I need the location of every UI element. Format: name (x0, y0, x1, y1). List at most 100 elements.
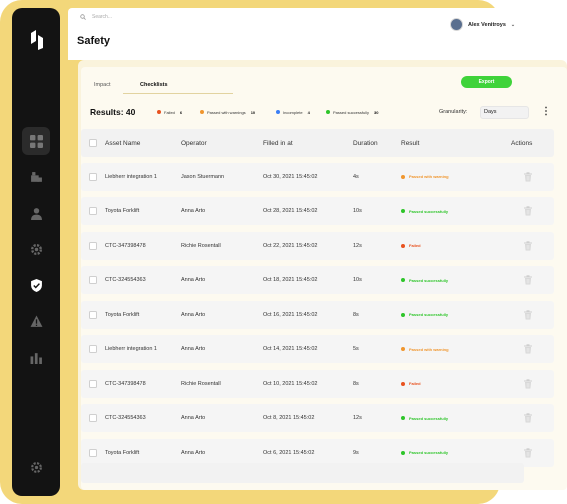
duration-cell: 5s (353, 346, 359, 352)
trash-column-decor (500, 62, 567, 462)
header-asset[interactable]: Asset Name (105, 129, 140, 157)
filled-in-cell: Oct 10, 2021 15:45:02 (263, 380, 318, 387)
row-checkbox[interactable] (89, 241, 97, 250)
legend-dot (326, 110, 330, 114)
table-row[interactable]: Liebherr integration 1 Jason Stuermann Oct… (81, 162, 554, 191)
asset-name-cell: Liebherr integration 1 (105, 346, 157, 352)
analytics-icon (30, 352, 42, 364)
asset-name-cell: Toyota Forklift (105, 311, 140, 318)
filled-in-cell: Oct 14, 2021 15:45:02 (263, 346, 318, 352)
nav-users[interactable] (22, 199, 50, 227)
tab-divider (123, 93, 233, 94)
result-cell: Passed successfully (401, 301, 448, 329)
legend-dot (276, 110, 280, 114)
header-filled-in[interactable]: Filled in at (263, 129, 293, 157)
row-select-cell (89, 163, 97, 191)
warning-icon (30, 315, 42, 327)
nav-safety[interactable] (22, 271, 50, 299)
row-select-cell (89, 232, 97, 260)
asset-name-cell: CTC-347398478 (105, 380, 146, 387)
nav-settings[interactable] (22, 235, 50, 263)
tab-impact[interactable]: Impact (94, 82, 111, 88)
legend-label: Failed (164, 109, 175, 115)
nav-settings-bottom[interactable] (22, 453, 50, 481)
legend-count: 4 (307, 109, 310, 115)
table-row[interactable]: CTC-347398478 Richie Rosentall Oct 22, 202… (81, 231, 554, 260)
row-checkbox[interactable] (89, 345, 97, 353)
duration-cell: 12s (353, 242, 362, 249)
result-cell: Failed (401, 370, 421, 398)
status-label: Failed (409, 381, 421, 386)
content-card-inner: Impact Checklists Export Results: 40 Fai… (81, 67, 567, 490)
nav-dashboard[interactable] (22, 127, 50, 155)
header-duration[interactable]: Duration (353, 129, 378, 157)
safety-shield-icon (30, 278, 42, 292)
result-status: Passed with warning (401, 174, 449, 179)
status-label: Passed successfully (409, 415, 449, 421)
results-bar: Results: 40 Failed 6 Passed with warning… (81, 101, 567, 123)
row-select-cell (89, 404, 97, 432)
result-status: Passed successfully (401, 278, 448, 283)
row-checkbox[interactable] (89, 310, 97, 319)
user-menu[interactable]: Alex Venitroys ⌄ (450, 18, 515, 31)
duration-cell: 10s (353, 208, 362, 214)
legend-label: Passed with warnings (207, 109, 246, 115)
status-dot (401, 278, 405, 282)
nav-vehicles[interactable] (22, 163, 50, 191)
status-label: Failed (409, 243, 421, 248)
legend-failed: Failed 6 (157, 110, 182, 115)
search-placeholder[interactable]: Search... (92, 14, 112, 20)
asset-name-cell: CTC-324554363 (105, 277, 146, 283)
nav-analytics[interactable] (22, 343, 50, 371)
duration-cell: 8s (353, 380, 359, 387)
row-checkbox[interactable] (89, 448, 97, 457)
asset-name-cell: CTC-347398478 (105, 242, 146, 249)
asset-name-cell: Liebherr integration 1 (105, 173, 157, 180)
table-row[interactable]: CTC-324554363 Anna Arto Oct 8, 2021 15:45:… (81, 404, 554, 432)
row-select-cell (89, 197, 97, 225)
vehicle-icon (30, 171, 42, 182)
page-title: Safety (77, 35, 111, 47)
operator-cell: Anna Arto (181, 346, 206, 352)
status-label: Passed with warning (409, 346, 449, 352)
table-row[interactable]: Liebherr integration 1 Anna Arto Oct 14, 2… (81, 335, 554, 363)
row-checkbox[interactable] (89, 414, 97, 422)
row-checkbox[interactable] (89, 379, 97, 388)
duration-cell: 12s (353, 415, 362, 421)
table-row[interactable]: CTC-347398478 Richie Rosentall Oct 10, 202… (81, 369, 554, 398)
row-checkbox[interactable] (89, 276, 97, 284)
result-status: Failed (401, 243, 421, 248)
table-row[interactable]: CTC-324554363 Anna Arto Oct 18, 2021 15:45… (81, 266, 554, 294)
legend-dot (157, 110, 161, 114)
row-select-cell (89, 301, 97, 329)
nav-alerts[interactable] (22, 307, 50, 335)
status-dot (401, 174, 405, 179)
search-box[interactable]: Search... (80, 14, 112, 20)
legend-dot (200, 110, 204, 114)
table-row[interactable]: Toyota Forklift Anna Arto Oct 28, 2021 15:… (81, 197, 554, 225)
legend-incomplete: Incomplete 4 (276, 110, 310, 115)
row-select-cell (89, 266, 97, 294)
filled-in-cell: Oct 30, 2021 15:45:02 (263, 173, 318, 180)
row-checkbox[interactable] (89, 172, 97, 181)
operator-cell: Anna Arto (181, 311, 206, 318)
app-logo (31, 30, 43, 50)
result-cell: Passed with warning (401, 163, 449, 191)
row-checkbox[interactable] (89, 207, 97, 215)
table-row[interactable]: Toyota Forklift Anna Arto Oct 16, 2021 15:… (81, 300, 554, 329)
result-cell: Passed with warning (401, 335, 449, 363)
legend-passed-successfully: Passed successfully 30 (326, 110, 378, 115)
legend-label: Incomplete (283, 109, 303, 115)
select-all-checkbox[interactable] (89, 139, 97, 147)
status-dot (401, 381, 405, 386)
select-all-cell (89, 129, 97, 157)
tab-checklists[interactable]: Checklists (140, 82, 168, 88)
header-operator[interactable]: Operator (181, 129, 207, 157)
table-header: Asset Name Operator Filled in at Duratio… (81, 129, 554, 157)
filled-in-cell: Oct 16, 2021 15:45:02 (263, 311, 318, 318)
dashboard-icon (29, 134, 43, 148)
user-icon (30, 207, 42, 220)
search-icon (80, 14, 86, 20)
result-cell: Failed (401, 232, 421, 260)
header-result[interactable]: Result (401, 129, 419, 157)
